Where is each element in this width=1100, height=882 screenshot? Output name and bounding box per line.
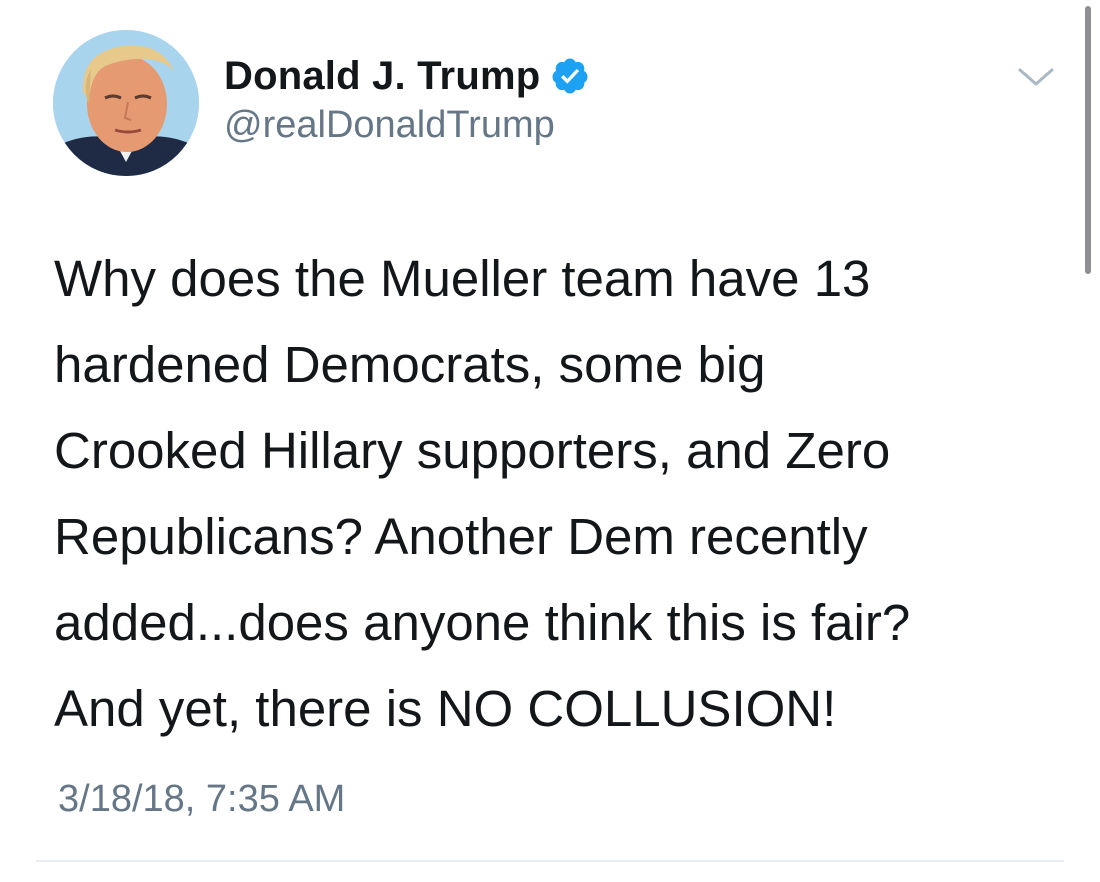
author-header[interactable]: Donald J. Trump bbox=[224, 50, 590, 102]
avatar-image bbox=[53, 30, 199, 176]
verified-badge-icon bbox=[550, 56, 590, 96]
tweet-text-line: added...does anyone think this is fair? bbox=[54, 594, 911, 651]
author-name[interactable]: Donald J. Trump bbox=[224, 54, 540, 99]
author-handle[interactable]: @realDonaldTrump bbox=[224, 104, 555, 147]
tweet-text-line: Republicans? Another Dem recently bbox=[54, 508, 868, 565]
tweet-timestamp[interactable]: 3/18/18, 7:35 AM bbox=[58, 778, 345, 821]
tweet-text-line: hardened Democrats, some big bbox=[54, 336, 766, 393]
scrollbar[interactable] bbox=[1085, 6, 1091, 274]
tweet-text-line: And yet, there is NO COLLUSION! bbox=[54, 680, 837, 737]
tweet-text-line: Crooked Hillary supporters, and Zero bbox=[54, 422, 891, 479]
tweet-text: Why does the Mueller team have 13 harden… bbox=[54, 236, 1034, 752]
chevron-down-icon[interactable] bbox=[1016, 62, 1056, 92]
tweet-card: Donald J. Trump @realDonaldTrump Why doe… bbox=[0, 0, 1100, 882]
divider bbox=[36, 860, 1064, 862]
tweet-text-line: Why does the Mueller team have 13 bbox=[54, 250, 871, 307]
avatar[interactable] bbox=[53, 30, 199, 176]
